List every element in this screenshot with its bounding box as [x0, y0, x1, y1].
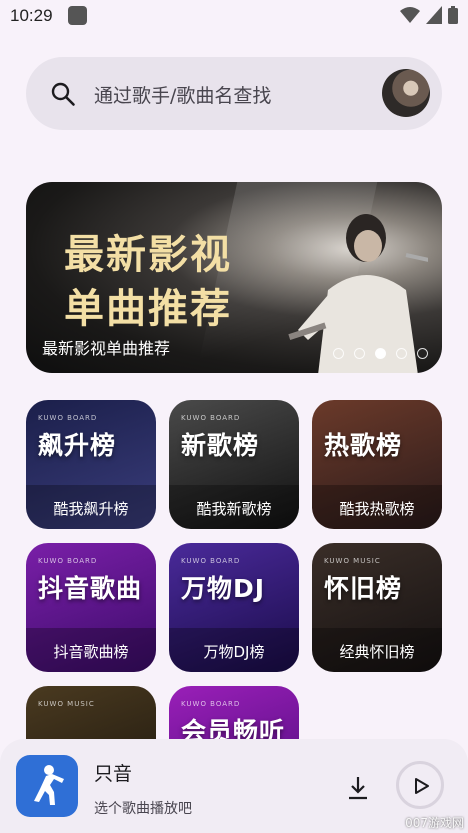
- avatar[interactable]: [382, 69, 430, 117]
- card-brand: KUWO MUSIC: [324, 557, 381, 565]
- banner-headline: 最新影视 单曲推荐: [64, 228, 232, 336]
- banner-caption: 最新影视单曲推荐: [42, 339, 171, 358]
- card-title: 怀旧榜: [324, 574, 403, 603]
- card-title: 热歌榜: [324, 431, 403, 460]
- banner-pagination: [333, 348, 428, 359]
- dancer-icon: [34, 765, 64, 805]
- chart-card[interactable]: KUWO BOARD 万物DJ 万物DJ榜: [169, 543, 299, 672]
- signal-icon: [426, 6, 442, 24]
- player-title: 只音: [94, 763, 133, 785]
- card-title: 新歌榜: [181, 431, 260, 460]
- watermark: 007游戏网: [405, 816, 464, 830]
- card-brand: KUWO BOARD: [181, 557, 241, 565]
- card-brand: KUWO BOARD: [181, 414, 241, 422]
- card-title: 抖音歌曲: [38, 574, 143, 603]
- player-album-art: [16, 755, 78, 817]
- mini-player[interactable]: 只音 选个歌曲播放吧 007游戏网: [0, 739, 468, 833]
- card-label: 经典怀旧榜: [339, 643, 415, 661]
- card-brand: KUWO BOARD: [181, 700, 241, 708]
- card-brand: KUWO BOARD: [38, 557, 98, 565]
- card-title: 飙升榜: [38, 431, 117, 460]
- chart-card[interactable]: 热歌榜酷我热歌榜: [312, 400, 442, 529]
- player-subtitle: 选个歌曲播放吧: [94, 801, 192, 817]
- card-brand: KUWO BOARD: [38, 414, 98, 422]
- card-title: 万物DJ: [181, 574, 266, 603]
- banner-headline-line2: 单曲推荐: [64, 286, 232, 332]
- banner-dot[interactable]: [396, 348, 407, 359]
- play-button[interactable]: [412, 777, 430, 795]
- banner-dot[interactable]: [333, 348, 344, 359]
- card-brand: KUWO MUSIC: [38, 700, 95, 708]
- chart-card[interactable]: KUWO BOARD 抖音歌曲抖音歌曲榜: [26, 543, 156, 672]
- banner-headline-line1: 最新影视: [64, 232, 232, 278]
- card-label: 万物DJ榜: [203, 643, 265, 661]
- banner-dot[interactable]: [375, 348, 386, 359]
- wifi-icon: [400, 7, 420, 23]
- search-icon: [51, 82, 75, 106]
- chart-card[interactable]: KUWO MUSIC 怀旧榜经典怀旧榜: [312, 543, 442, 672]
- banner-dot[interactable]: [354, 348, 365, 359]
- chart-card[interactable]: KUWO BOARD 飙升榜酷我飙升榜: [26, 400, 156, 529]
- card-label: 酷我新歌榜: [196, 500, 272, 518]
- status-bar: 10:29: [0, 0, 468, 34]
- card-label: 酷我热歌榜: [339, 500, 415, 518]
- featured-banner[interactable]: 最新影视 单曲推荐 最新影视单曲推荐: [26, 182, 442, 373]
- card-label: 抖音歌曲榜: [53, 643, 129, 661]
- status-icons: [400, 6, 458, 24]
- status-time: 10:29: [10, 6, 53, 25]
- chart-card[interactable]: KUWO BOARD 新歌榜酷我新歌榜: [169, 400, 299, 529]
- card-label: 酷我飙升榜: [53, 500, 129, 518]
- search-placeholder: 通过歌手/歌曲名查找: [94, 85, 272, 107]
- banner-dot[interactable]: [417, 348, 428, 359]
- battery-icon: [448, 6, 458, 24]
- search-bar[interactable]: 通过歌手/歌曲名查找: [26, 57, 442, 130]
- notification-app-icon: [68, 6, 87, 25]
- download-icon[interactable]: [345, 775, 371, 801]
